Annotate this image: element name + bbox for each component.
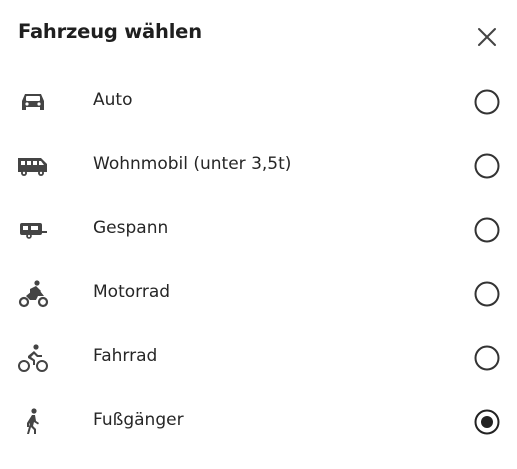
- car-icon: [17, 86, 49, 118]
- option-label: Auto: [93, 90, 133, 110]
- radio-selected[interactable]: [474, 409, 500, 435]
- radio-unselected[interactable]: [474, 345, 500, 371]
- option-pedestrian[interactable]: Fußgänger: [0, 390, 517, 454]
- radio-unselected[interactable]: [474, 217, 500, 243]
- option-label: Wohnmobil (unter 3,5t): [93, 154, 292, 174]
- dialog-header: Fahrzeug wählen: [0, 0, 517, 70]
- option-label: Gespann: [93, 218, 169, 238]
- motorhome-icon: [17, 150, 49, 182]
- option-motorhome[interactable]: Wohnmobil (unter 3,5t): [0, 134, 517, 198]
- bicycle-icon: [17, 342, 49, 374]
- option-label: Motorrad: [93, 282, 171, 302]
- option-auto[interactable]: Auto: [0, 70, 517, 134]
- option-bicycle[interactable]: Fahrrad: [0, 326, 517, 390]
- radio-unselected[interactable]: [474, 281, 500, 307]
- option-label: Fahrrad: [93, 346, 158, 366]
- option-motorcycle[interactable]: Motorrad: [0, 262, 517, 326]
- option-caravan[interactable]: Gespann: [0, 198, 517, 262]
- motorcycle-icon: [17, 278, 49, 310]
- radio-unselected[interactable]: [474, 153, 500, 179]
- pedestrian-icon: [17, 406, 49, 438]
- radio-unselected[interactable]: [474, 89, 500, 115]
- caravan-icon: [17, 214, 49, 246]
- close-icon: [478, 28, 496, 46]
- dialog-title: Fahrzeug wählen: [18, 20, 202, 43]
- option-label: Fußgänger: [93, 410, 184, 430]
- close-button[interactable]: [474, 24, 500, 50]
- vehicle-select-dialog: Fahrzeug wählen Auto Wohnmobil (unter 3,…: [0, 0, 517, 469]
